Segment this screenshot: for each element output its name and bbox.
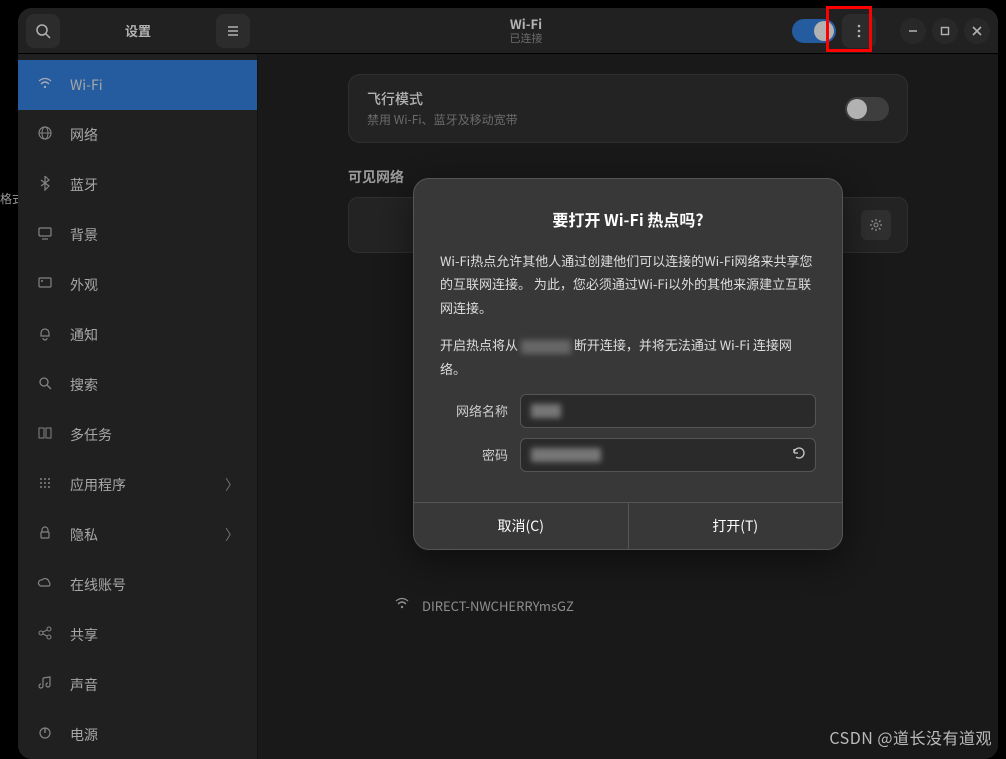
watermark: CSDN @道长没有道观 [829, 725, 992, 749]
refresh-icon [791, 445, 807, 461]
dialog-paragraph-2: 开启热点将从 断开连接，并将无法通过 Wi-Fi 连接网络。 [440, 333, 816, 380]
redacted-ssid [521, 340, 571, 354]
settings-window: 设置 Wi-Fi 已连接 [18, 8, 998, 759]
network-name-label: 网络名称 [440, 401, 508, 420]
modal-overlay: 要打开 Wi-Fi 热点吗? Wi-Fi热点允许其他人通过创建他们可以连接的Wi… [18, 8, 998, 759]
redacted-name-value [531, 404, 561, 418]
cancel-button[interactable]: 取消(C) [414, 503, 628, 549]
dialog-title: 要打开 Wi-Fi 热点吗? [440, 207, 816, 231]
dialog-paragraph-1: Wi-Fi热点允许其他人通过创建他们可以连接的Wi-Fi网络来共享您的互联网连接… [440, 249, 816, 319]
redacted-password-value [531, 448, 601, 462]
network-name-input[interactable] [520, 394, 816, 428]
regenerate-button[interactable] [791, 445, 807, 465]
password-input[interactable] [520, 438, 816, 472]
password-label: 密码 [440, 445, 508, 464]
hotspot-dialog: 要打开 Wi-Fi 热点吗? Wi-Fi热点允许其他人通过创建他们可以连接的Wi… [413, 178, 843, 550]
open-button[interactable]: 打开(T) [628, 503, 843, 549]
